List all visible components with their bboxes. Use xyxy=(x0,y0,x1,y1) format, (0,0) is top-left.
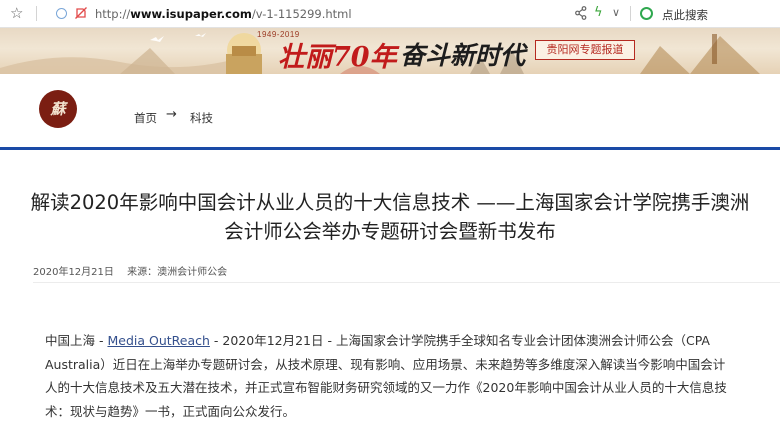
article-meta: 2020年12月21日 来源：澳洲会计师公会 xyxy=(33,263,237,278)
site-logo[interactable]: 蘇 xyxy=(39,90,77,128)
no-tracking-icon[interactable] xyxy=(74,6,88,20)
toolbar-divider xyxy=(630,6,631,21)
chevron-down-icon[interactable]: ∨ xyxy=(612,4,620,22)
share-icon[interactable] xyxy=(575,6,587,20)
url-domain: www.isupaper.com xyxy=(130,7,252,21)
article-paragraph: 中国上海 - Media OutReach - 2020年12月21日 - 上海… xyxy=(45,329,735,423)
article-date: 2020年12月21日 xyxy=(33,267,114,278)
para-prefix: 中国上海 - xyxy=(45,333,108,348)
breadcrumb-arrow-icon: → xyxy=(166,107,177,122)
toolbar-divider xyxy=(36,6,37,21)
breadcrumb-section[interactable]: 科技 xyxy=(190,110,213,126)
header-divider xyxy=(0,147,780,150)
search-label[interactable]: 点此搜索 xyxy=(662,7,708,23)
address-bar[interactable]: http://www.isupaper.com/v-1-115299.html xyxy=(95,7,352,21)
banner-slogan-1: 壮丽70年 xyxy=(278,42,397,73)
url-path: /v-1-115299.html xyxy=(251,7,352,21)
promo-banner[interactable]: 1949-2019 壮丽70年 奋斗新时代 贵阳网专题报道 xyxy=(0,28,780,74)
lightning-icon[interactable]: ϟ xyxy=(594,5,603,21)
browser-toolbar: ☆ http://www.isupaper.com/v-1-115299.htm… xyxy=(0,0,780,28)
site-header: 蘇 首页 → 科技 xyxy=(0,74,780,147)
banner-tag[interactable]: 贵阳网专题报道 xyxy=(535,40,635,60)
article-title-line-1: 解读2020年影响中国会计从业人员的十大信息技术 ——上海国家会计学院携手澳洲 xyxy=(30,191,750,214)
article-title: 解读2020年影响中国会计从业人员的十大信息技术 ——上海国家会计学院携手澳洲 … xyxy=(0,188,780,246)
star-icon[interactable]: ☆ xyxy=(10,5,23,21)
media-outreach-link[interactable]: Media OutReach xyxy=(107,333,209,348)
meta-divider xyxy=(33,282,780,283)
article-title-line-2: 会计师公会举办专题研讨会暨新书发布 xyxy=(224,220,556,243)
article-source: 来源：澳洲会计师公会 xyxy=(127,267,228,278)
globe-icon xyxy=(56,8,67,19)
url-prefix: http:// xyxy=(95,7,131,21)
banner-slogan-2: 奋斗新时代 xyxy=(400,41,526,70)
search-icon[interactable] xyxy=(640,7,653,20)
breadcrumb-home[interactable]: 首页 xyxy=(134,110,157,126)
